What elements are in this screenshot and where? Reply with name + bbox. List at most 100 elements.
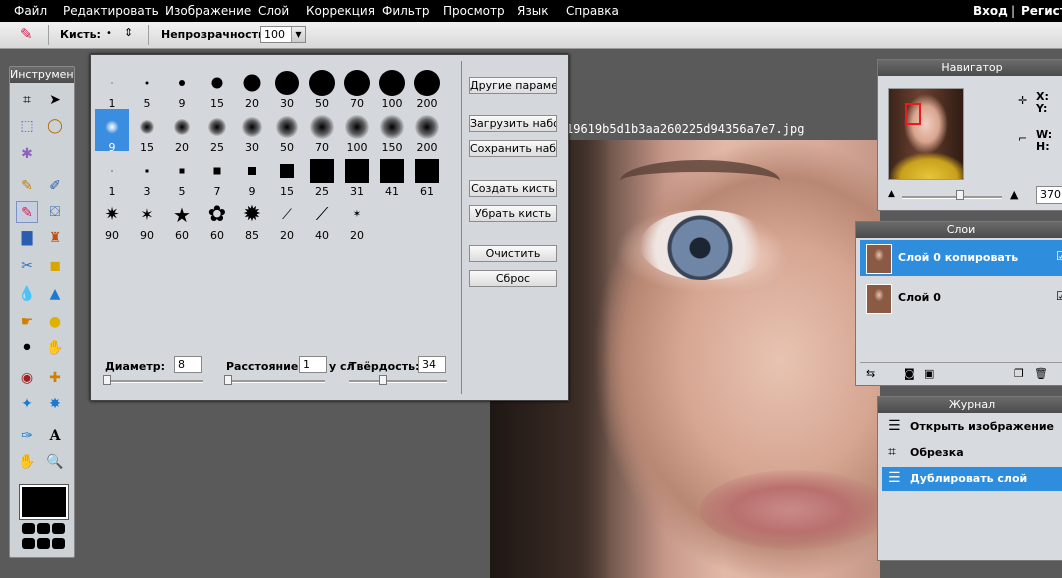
magic-wand-icon[interactable]: ✱ [16,143,38,165]
brush-preset[interactable]: 50 [305,65,339,110]
brush-preset[interactable]: 200 [410,65,444,110]
register-link[interactable]: Регистр [1021,4,1062,18]
hand-icon[interactable]: ✋ [16,451,38,473]
brush-preset[interactable]: 61 [410,153,444,198]
zoom-input[interactable]: 370 [1036,186,1062,204]
history-item[interactable]: ☰ Открыть изображение [882,415,1062,439]
hardness-slider[interactable] [379,375,387,385]
brush-preset[interactable]: 15 [270,153,304,198]
stamp-icon[interactable]: ♜ [44,227,66,249]
brush-preset[interactable]: ★ 60 [165,197,199,242]
brush-preset[interactable]: ✶ 20 [340,197,374,243]
spacing-input[interactable]: 1 [299,356,327,373]
zoom-in-icon[interactable]: ▲ [1010,188,1018,201]
other-params-button[interactable]: Другие параметр [469,77,557,94]
menu-file[interactable]: Файл [14,4,47,18]
paint-bucket-icon[interactable]: ⛋ [44,201,66,223]
text-icon[interactable]: A [44,425,66,447]
pinch-icon[interactable]: ✸ [44,393,66,415]
reset-button[interactable]: Сброс [469,270,557,287]
view-option-icon[interactable] [52,538,65,549]
diameter-slider[interactable] [103,375,111,385]
brush-preset[interactable]: ⟋ 20 [270,197,304,242]
view-option-icon[interactable] [22,538,35,549]
brush-preview-dot[interactable]: • [106,28,112,39]
visibility-checkbox[interactable]: ☑ [1056,289,1062,303]
navigator-viewport-box[interactable] [905,103,921,125]
trash-icon[interactable]: 🗑 [1034,367,1048,380]
layer-item[interactable]: Слой 0 ☑ [860,280,1062,316]
menu-filter[interactable]: Фильтр [382,4,429,18]
brush-icon[interactable]: ✐ [44,175,66,197]
visibility-checkbox[interactable]: ☑ [1056,249,1062,263]
brush-preset[interactable]: 5 [130,65,164,110]
spacing-slider[interactable] [224,375,232,385]
menu-edit[interactable]: Редактировать [63,4,159,18]
menu-help[interactable]: Справка [566,4,619,18]
brush-preset[interactable]: 50 [270,109,304,154]
brush-preset[interactable]: 41 [375,153,409,198]
smudge-icon[interactable]: ✋ [44,337,66,359]
sponge-icon[interactable]: ● [44,311,66,333]
brush-preset[interactable]: 100 [340,109,374,154]
brush-preset[interactable]: ✶ 90 [130,197,164,243]
brush-preset[interactable]: 9 [165,65,199,110]
sharpen-icon[interactable]: ▲ [44,283,66,305]
brush-preset[interactable]: 100 [375,65,409,110]
brush-preset[interactable]: 31 [340,153,374,198]
menu-image[interactable]: Изображение [165,4,251,18]
zoom-slider[interactable] [956,190,964,200]
bloat-icon[interactable]: ✦ [16,393,38,415]
brush-preset[interactable]: ⟋ 40 [305,197,339,243]
menu-language[interactable]: Язык [517,4,548,18]
brush-preset[interactable]: 20 [235,65,269,110]
view-option-icon[interactable] [37,523,50,534]
brush-preset[interactable]: 3 [130,153,164,198]
zoom-icon[interactable]: 🔍 [44,451,66,473]
shape-icon[interactable]: ◼ [44,255,66,277]
crop-icon[interactable]: ⌗ [16,89,38,111]
color-replace-icon[interactable]: ✂ [16,255,38,277]
brush-preset[interactable]: 9 [95,109,129,154]
gradient-icon[interactable]: ▇ [16,227,38,249]
brush-preset[interactable]: 70 [340,65,374,110]
brush-preset[interactable]: 9 [235,153,269,198]
eraser-tool-icon[interactable]: ✎ [16,201,38,223]
brush-preset[interactable]: ✹ 85 [235,197,269,243]
clear-button[interactable]: Очистить [469,245,557,262]
menu-layer[interactable]: Слой [258,4,289,18]
hardness-input[interactable]: 34 [418,356,446,373]
brush-preset[interactable]: 70 [305,109,339,154]
brush-preset[interactable]: 5 [165,153,199,198]
brush-preset[interactable]: 25 [305,153,339,198]
brush-preset[interactable]: 200 [410,109,444,154]
blur-drop-icon[interactable]: 💧 [16,283,38,305]
history-item[interactable]: ☰ Дублировать слой [882,467,1062,491]
save-set-button[interactable]: Сохранить набор [469,140,557,157]
layer-style-icon[interactable]: ⇆ [866,367,875,380]
brush-dropdown-icon[interactable]: ⇕ [124,26,133,39]
load-set-button[interactable]: Загрузить набор [469,115,557,132]
view-option-icon[interactable] [22,523,35,534]
pencil-icon[interactable]: ✎ [16,175,38,197]
zoom-out-icon[interactable]: ▲ [888,189,895,199]
brush-preset[interactable]: ✷ 90 [95,197,129,243]
navigator-thumbnail[interactable] [888,88,964,180]
brush-preset[interactable]: 15 [200,65,234,110]
view-option-icon[interactable] [37,538,50,549]
color-swatch[interactable] [19,484,69,520]
brush-preset[interactable]: 7 [200,153,234,198]
lasso-icon[interactable]: ◯ [44,115,66,137]
brush-preset[interactable]: 30 [235,109,269,154]
view-option-icon[interactable] [52,523,65,534]
opacity-select[interactable]: 100 ▼ [260,26,306,43]
brush-preset[interactable]: ✿ 60 [200,197,234,243]
layer-item[interactable]: Слой 0 копировать ☑ [860,240,1062,276]
burn-icon[interactable]: ⚫ [16,337,38,359]
brush-preset[interactable]: 20 [165,109,199,154]
create-brush-button[interactable]: Создать кисть [469,180,557,197]
brush-preset[interactable]: 25 [200,109,234,154]
brush-preset[interactable]: 30 [270,65,304,110]
chevron-down-icon[interactable]: ▼ [291,27,305,42]
dodge-icon[interactable]: ☛ [16,311,38,333]
